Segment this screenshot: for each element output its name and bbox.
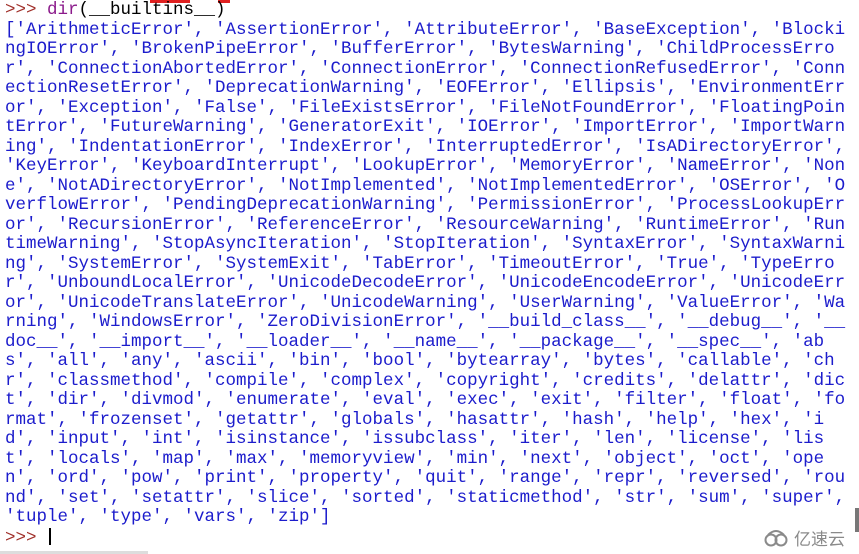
scrollbar[interactable] <box>855 508 859 532</box>
command-args: (__builtins__) <box>78 0 226 20</box>
cloud-logo-icon <box>764 529 788 546</box>
prompt: >>> <box>5 0 48 20</box>
input-line: >>> dir(__builtins__) <box>5 0 845 21</box>
text-cursor <box>49 527 52 545</box>
command-builtin: dir <box>47 0 79 20</box>
watermark: 亿速云 <box>762 525 845 550</box>
current-input-line[interactable]: >>> <box>5 527 845 549</box>
command-output: ['ArithmeticError', 'AssertionError', 'A… <box>5 19 856 527</box>
prompt: >>> <box>5 527 48 548</box>
watermark-text: 亿速云 <box>794 530 845 550</box>
python-shell[interactable]: >>> dir(__builtins__) ['ArithmeticError'… <box>5 0 856 549</box>
